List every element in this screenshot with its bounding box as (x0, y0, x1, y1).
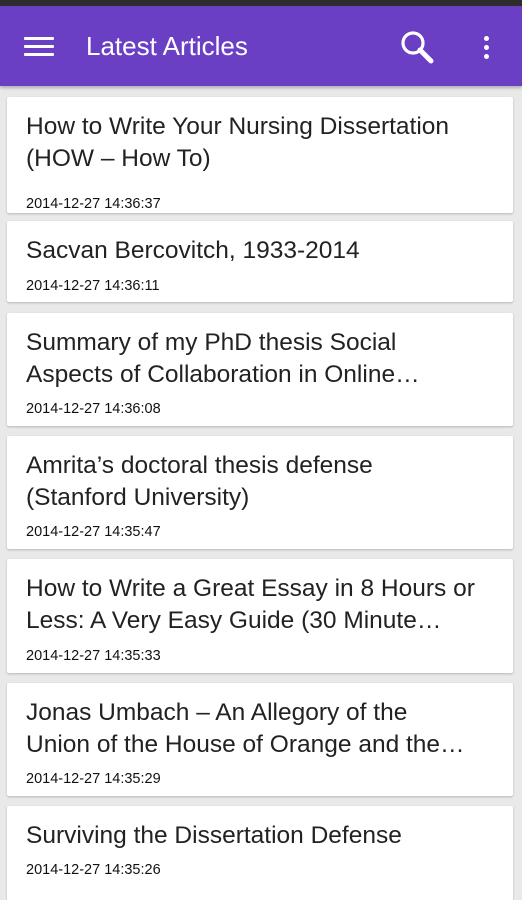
article-title-line1: Jonas Umbach – An Allegory of the (26, 699, 408, 726)
article-title-line2: Aspects of Collaboration in Online… (26, 361, 420, 388)
article-date: 2014-12-27 14:36:08 (26, 401, 161, 417)
article-list[interactable]: How to Write Your Nursing Dissertation (… (0, 86, 522, 900)
article-date: 2014-12-27 14:35:26 (26, 862, 161, 878)
hamburger-menu-icon (24, 37, 54, 40)
article-date: 2014-12-27 14:35:47 (26, 524, 161, 540)
article-date: 2014-12-27 14:36:11 (26, 278, 160, 294)
menu-button[interactable] (16, 28, 60, 64)
article-date: 2014-12-27 14:35:33 (26, 648, 161, 664)
overflow-menu-button[interactable] (470, 28, 504, 68)
article-title-line1: Amrita’s doctoral thesis defense (26, 452, 373, 479)
hamburger-menu-icon-bar (24, 53, 54, 56)
app-bar: Latest Articles (0, 6, 522, 86)
article-title-line1: Summary of my PhD thesis Social (26, 329, 397, 356)
article-card[interactable]: Summary of my PhD thesis Social Aspects … (7, 313, 513, 426)
article-card[interactable]: Amrita’s doctoral thesis defense (Stanfo… (7, 436, 513, 549)
article-card[interactable]: How to Write a Great Essay in 8 Hours or… (7, 559, 513, 673)
search-icon (401, 31, 434, 64)
article-title-line2: Less: A Very Easy Guide (30 Minute… (26, 607, 442, 634)
more-vertical-icon-dot (484, 54, 489, 59)
article-title-line2: (HOW – How To) (26, 145, 211, 172)
search-button[interactable] (395, 26, 439, 70)
article-title-line1: Surviving the Dissertation Defense (26, 822, 402, 849)
article-title-line2: Union of the House of Orange and the… (26, 731, 465, 758)
article-date: 2014-12-27 14:35:29 (26, 771, 161, 787)
article-title-line1: How to Write Your Nursing Dissertation (26, 113, 450, 140)
more-vertical-icon (484, 36, 489, 41)
article-card[interactable]: Jonas Umbach – An Allegory of the Union … (7, 683, 513, 796)
article-card[interactable]: Surviving the Dissertation Defense 2014-… (7, 806, 513, 900)
article-title-line2: (Stanford University) (26, 484, 250, 511)
article-card[interactable]: Sacvan Bercovitch, 1933-2014 2014-12-27 … (7, 221, 513, 302)
article-title-line1: How to Write a Great Essay in 8 Hours or (26, 575, 475, 602)
article-card[interactable]: How to Write Your Nursing Dissertation (… (7, 97, 513, 213)
page-title: Latest Articles (86, 31, 248, 61)
article-date: 2014-12-27 14:36:37 (26, 196, 161, 212)
article-title-line1: Sacvan Bercovitch, 1933-2014 (26, 237, 360, 264)
more-vertical-icon-dot (484, 45, 489, 50)
hamburger-menu-icon-bar (24, 45, 54, 48)
